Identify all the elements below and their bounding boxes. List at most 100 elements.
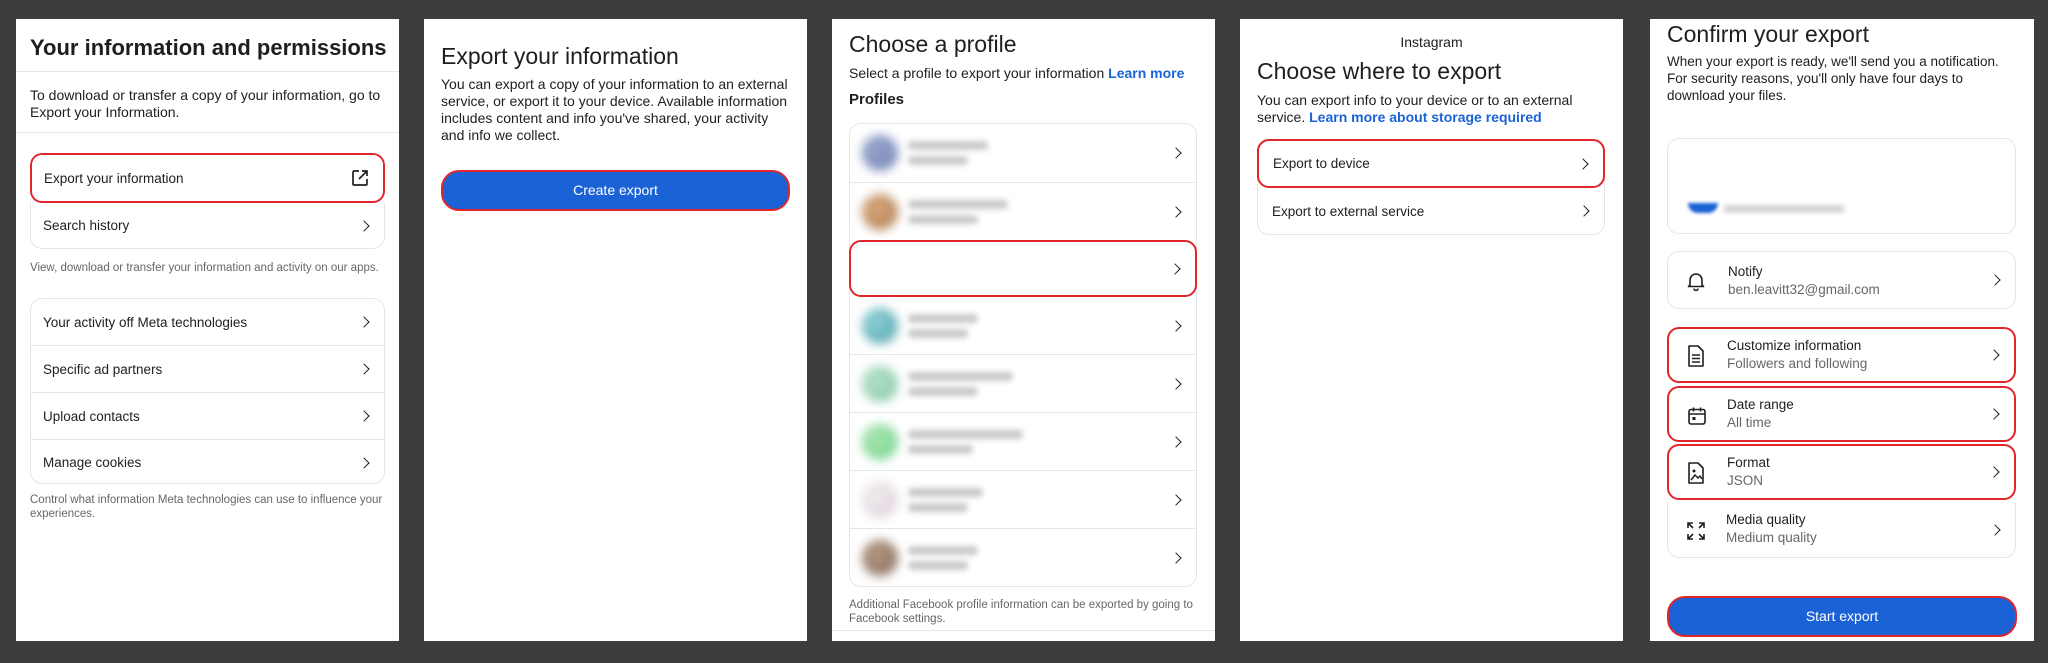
chevron-right-icon bbox=[1989, 524, 2001, 536]
blurred-icon bbox=[1688, 203, 1718, 213]
chevron-right-icon bbox=[1988, 408, 2000, 420]
media-quality-option[interactable]: Media quality Medium quality bbox=[1667, 502, 2016, 558]
start-export-button[interactable]: Start export bbox=[1667, 596, 2017, 637]
option-label: Media quality bbox=[1726, 512, 1806, 527]
app-name: Instagram bbox=[1400, 34, 1463, 50]
option-value: ben.leavitt32@gmail.com bbox=[1728, 282, 1880, 297]
list-item-label: Manage cookies bbox=[43, 455, 142, 470]
chevron-right-icon bbox=[1170, 147, 1182, 159]
customize-information-option[interactable]: Customize information Followers and foll… bbox=[1667, 327, 2016, 383]
option-label: Export to external service bbox=[1272, 203, 1425, 219]
search-history-item[interactable]: Search history bbox=[30, 203, 385, 249]
export-summary-card bbox=[1667, 138, 2016, 234]
create-export-button[interactable]: Create export bbox=[441, 170, 790, 211]
chevron-right-icon bbox=[358, 410, 370, 422]
chevron-right-icon bbox=[358, 316, 370, 328]
profile-row[interactable] bbox=[850, 297, 1196, 354]
option-label: Notify bbox=[1728, 264, 1763, 279]
learn-more-storage-link[interactable]: Learn more about storage required bbox=[1309, 109, 1542, 125]
avatar bbox=[862, 481, 898, 518]
footer-note: Additional Facebook profile information … bbox=[849, 599, 1193, 625]
profile-row[interactable] bbox=[850, 183, 1196, 240]
option-label: Export to device bbox=[1273, 156, 1370, 171]
document-icon bbox=[1688, 345, 1704, 367]
profile-list bbox=[849, 123, 1197, 587]
settings-list: Your activity off Meta technologies Spec… bbox=[30, 298, 385, 484]
learn-more-link[interactable]: Learn more bbox=[1108, 65, 1184, 81]
export-to-external-service-option[interactable]: Export to external service bbox=[1258, 188, 1604, 234]
intro-text: To download or transfer a copy of your i… bbox=[30, 87, 381, 120]
calendar-icon bbox=[1688, 407, 1706, 425]
option-value: Medium quality bbox=[1726, 530, 1817, 545]
list-item[interactable]: Manage cookies bbox=[31, 440, 384, 483]
blurred-summary bbox=[1724, 205, 1844, 213]
chevron-right-icon bbox=[358, 456, 370, 469]
export-destination-list: Export to device Export to external serv… bbox=[1257, 139, 1605, 235]
panel-choose-profile: Choose a profile Select a profile to exp… bbox=[832, 19, 1215, 641]
bell-icon bbox=[1687, 273, 1705, 291]
avatar bbox=[862, 423, 898, 460]
option-label: Date range bbox=[1727, 397, 1794, 412]
divider bbox=[832, 630, 1215, 631]
avatar bbox=[862, 365, 898, 402]
profile-row[interactable] bbox=[850, 413, 1196, 470]
panel-choose-where-to-export: Instagram Choose where to export You can… bbox=[1240, 19, 1623, 641]
chevron-right-icon bbox=[1988, 349, 2000, 361]
option-value: All time bbox=[1727, 415, 1772, 430]
chevron-right-icon bbox=[1578, 205, 1590, 217]
chevron-right-icon bbox=[1170, 551, 1182, 564]
page-title: Export your information bbox=[441, 43, 679, 69]
caption: View, download or transfer your informat… bbox=[30, 262, 379, 274]
chevron-right-icon bbox=[1170, 435, 1182, 448]
chevron-right-icon bbox=[1577, 157, 1589, 170]
list-item-label: Upload contacts bbox=[43, 408, 140, 424]
expand-arrows-icon bbox=[1687, 522, 1705, 540]
date-range-option[interactable]: Date range All time bbox=[1667, 386, 2016, 442]
list-item[interactable]: Your activity off Meta technologies bbox=[31, 299, 384, 345]
divider bbox=[16, 132, 399, 133]
chevron-right-icon bbox=[358, 219, 370, 232]
subtitle-text: Select a profile to export your informat… bbox=[849, 65, 1105, 81]
chevron-right-icon bbox=[1169, 262, 1181, 275]
avatar bbox=[862, 307, 898, 344]
page-title: Your information and permissions bbox=[30, 35, 387, 60]
notify-option[interactable]: Notify ben.leavitt32@gmail.com bbox=[1667, 251, 2016, 309]
option-value: Followers and following bbox=[1727, 356, 1868, 371]
export-your-information-item[interactable]: Export your information bbox=[30, 153, 385, 203]
export-to-device-option[interactable]: Export to device bbox=[1257, 139, 1605, 188]
file-image-icon bbox=[1688, 462, 1704, 484]
export-item-label: Export your information bbox=[44, 170, 184, 186]
avatar bbox=[862, 135, 898, 171]
panel-confirm-export: Confirm your export When your export is … bbox=[1650, 19, 2034, 641]
option-value: JSON bbox=[1727, 473, 1764, 488]
list-item[interactable]: Upload contacts bbox=[31, 393, 384, 439]
list-item[interactable]: Specific ad partners bbox=[31, 346, 384, 392]
section-heading: Profiles bbox=[849, 91, 905, 108]
list-item-label: Your activity off Meta technologies bbox=[43, 314, 248, 330]
chevron-right-icon bbox=[1989, 274, 2001, 286]
page-title: Confirm your export bbox=[1667, 21, 1869, 47]
search-history-label: Search history bbox=[43, 218, 130, 233]
chevron-right-icon bbox=[1170, 319, 1182, 332]
avatar bbox=[862, 193, 898, 230]
panel-export-information: Export your information You can export a… bbox=[424, 19, 807, 641]
page-title: Choose a profile bbox=[849, 31, 1017, 57]
chevron-right-icon bbox=[1170, 377, 1182, 390]
chevron-right-icon bbox=[1988, 466, 2000, 478]
description: You can export a copy of your informatio… bbox=[441, 76, 788, 143]
chevron-right-icon bbox=[358, 363, 370, 375]
profile-row[interactable] bbox=[850, 529, 1196, 586]
profile-row[interactable] bbox=[850, 355, 1196, 412]
profile-row[interactable] bbox=[850, 471, 1196, 528]
option-label: Customize information bbox=[1727, 338, 1862, 353]
list-item-label: Specific ad partners bbox=[43, 361, 163, 377]
description: When your export is ready, we'll send yo… bbox=[1667, 54, 1999, 103]
caption: Control what information Meta technologi… bbox=[30, 494, 383, 520]
chevron-right-icon bbox=[1170, 493, 1182, 506]
format-option[interactable]: Format JSON bbox=[1667, 444, 2016, 500]
subtitle: Select a profile to export your informat… bbox=[849, 65, 1184, 82]
export-card: Export your information Search history bbox=[30, 153, 385, 249]
profile-row-selected[interactable] bbox=[849, 240, 1197, 297]
profile-row[interactable] bbox=[850, 124, 1196, 182]
divider bbox=[16, 71, 399, 72]
